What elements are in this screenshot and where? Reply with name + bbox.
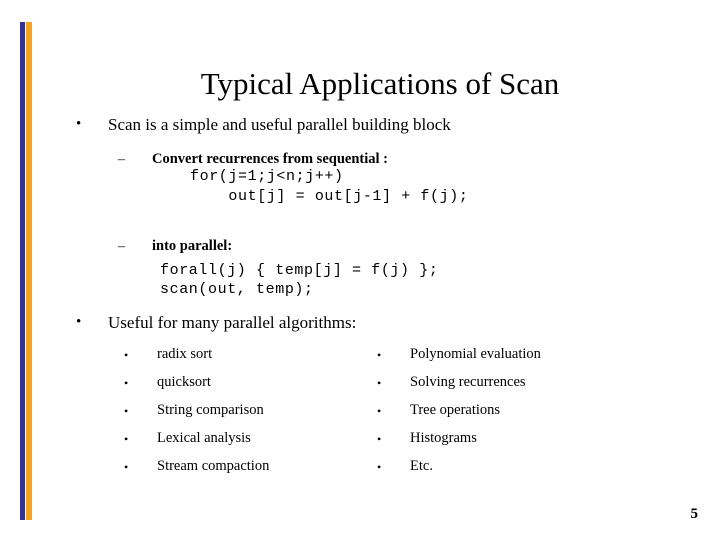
list-item: • Histograms [377, 428, 657, 456]
list-item: • Polynomial evaluation [377, 344, 657, 372]
bullet-marker-icon: • [124, 460, 129, 474]
list-item: • Stream compaction [124, 456, 364, 484]
bullet-marker-icon: • [76, 314, 82, 330]
page-number: 5 [690, 506, 699, 522]
bullet-marker-icon: • [76, 116, 82, 132]
bullet-text: Scan is a simple and useful parallel bui… [108, 115, 451, 134]
list-item: • radix sort [124, 344, 364, 372]
list-item-label: Etc. [410, 458, 433, 474]
list-item-label: Stream compaction [157, 458, 270, 474]
list-item-label: Tree operations [410, 402, 501, 418]
applications-column-left: • radix sort • quicksort • String compar… [124, 344, 364, 484]
dash-marker-icon: – [118, 239, 125, 254]
bullet-marker-icon: • [124, 348, 129, 362]
applications-column-right: • Polynomial evaluation • Solving recurr… [377, 344, 657, 484]
code-line-forall: forall(j) { temp[j] = f(j) }; [160, 262, 439, 279]
bullet-marker-icon: • [377, 376, 382, 390]
bullet-text: Useful for many parallel algorithms: [108, 313, 357, 332]
list-item-label: radix sort [157, 346, 213, 362]
list-item-label: Polynomial evaluation [410, 346, 541, 362]
list-item: • quicksort [124, 372, 364, 400]
bullet-marker-icon: • [377, 404, 382, 418]
list-item: • Tree operations [377, 400, 657, 428]
list-item: • Lexical analysis [124, 428, 364, 456]
bullet-marker-icon: • [377, 348, 382, 362]
bullet-marker-icon: • [124, 376, 129, 390]
list-item: • Etc. [377, 456, 657, 484]
bullet-marker-icon: • [124, 432, 129, 446]
bullet-marker-icon: • [377, 432, 382, 446]
list-item-label: Solving recurrences [410, 374, 526, 390]
bullet-item-useful-algorithms: • Useful for many parallel algorithms: [76, 312, 356, 333]
sub-bullet-into-parallel: – into parallel: [118, 237, 232, 256]
bullet-marker-icon: • [377, 460, 382, 474]
bullet-marker-icon: • [124, 404, 129, 418]
sub-bullet-text: into parallel: [152, 238, 233, 254]
list-item-label: String comparison [157, 402, 264, 418]
code-line-scan: scan(out, temp); [160, 281, 314, 298]
list-item: • Solving recurrences [377, 372, 657, 400]
list-item-label: quicksort [157, 374, 211, 390]
list-item-label: Lexical analysis [157, 430, 251, 446]
bullet-item-scan-building-block: • Scan is a simple and useful parallel b… [76, 114, 451, 135]
slide-body: • Scan is a simple and useful parallel b… [0, 0, 720, 540]
dash-marker-icon: – [118, 152, 125, 167]
code-line-for-loop: for(j=1;j<n;j++) [190, 168, 344, 185]
list-item-label: Histograms [410, 430, 477, 446]
list-item: • String comparison [124, 400, 364, 428]
slide-canvas: Typical Applications of Scan • Scan is a… [0, 0, 720, 540]
code-line-out-assignment: out[j] = out[j-1] + f(j); [190, 188, 469, 205]
